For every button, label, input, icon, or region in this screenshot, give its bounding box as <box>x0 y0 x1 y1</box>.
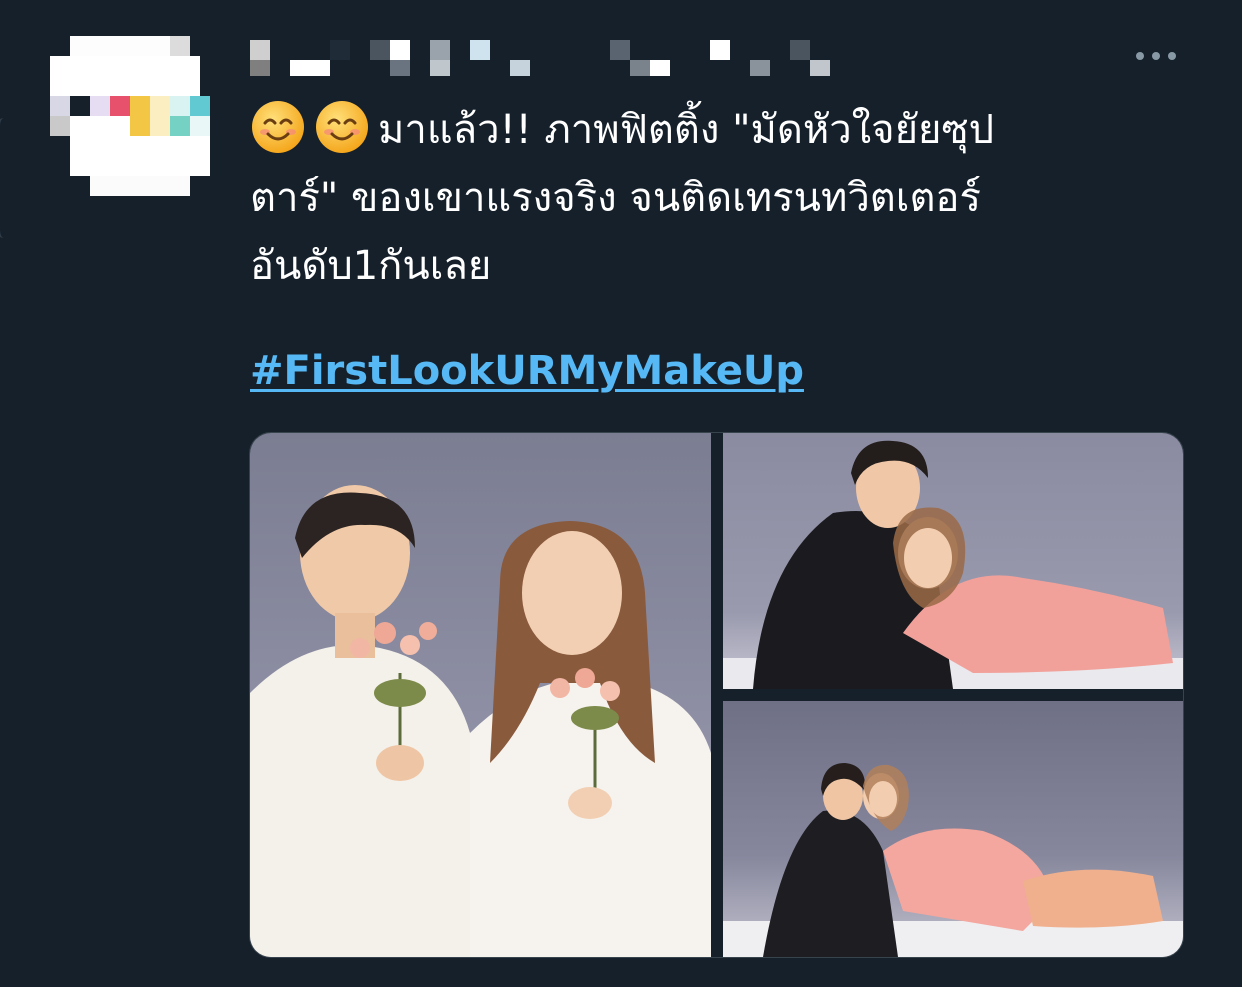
tweet-line-1: มาแล้ว!! ภาพฟิตติ้ง "มัดหัวใจยัยซุป <box>250 96 1170 164</box>
tweet-text-line-3: อันดับ1กันเลย <box>250 243 492 289</box>
more-options-button[interactable] <box>1128 40 1184 72</box>
photo-couple-playful-pose[interactable] <box>723 701 1183 957</box>
hashtag-link[interactable]: #FirstLookURMyMakeUp <box>250 348 804 394</box>
avatar[interactable] <box>50 36 220 196</box>
smiling-face-icon <box>316 101 368 153</box>
smiling-face-icon <box>252 101 304 153</box>
photo-couple-sitting-kiss-forehead[interactable] <box>723 433 1183 689</box>
more-horizontal-icon <box>1136 52 1176 60</box>
thread-line <box>0 118 12 238</box>
author-name[interactable] <box>250 36 850 80</box>
tweet-body: มาแล้ว!! ภาพฟิตติ้ง "มัดหัวใจยัยซุป ตาร์… <box>250 96 1170 300</box>
tweet-text-line-1: มาแล้ว!! ภาพฟิตติ้ง "มัดหัวใจยัยซุป <box>378 107 995 153</box>
photo-couple-with-flowers[interactable] <box>250 433 711 957</box>
tweet-text-line-2: ตาร์" ของเขาแรงจริง จนติดเทรนทวิตเตอร์ <box>250 175 981 221</box>
media-grid <box>249 432 1184 958</box>
tweet-card[interactable]: มาแล้ว!! ภาพฟิตติ้ง "มัดหัวใจยัยซุป ตาร์… <box>0 0 1242 987</box>
